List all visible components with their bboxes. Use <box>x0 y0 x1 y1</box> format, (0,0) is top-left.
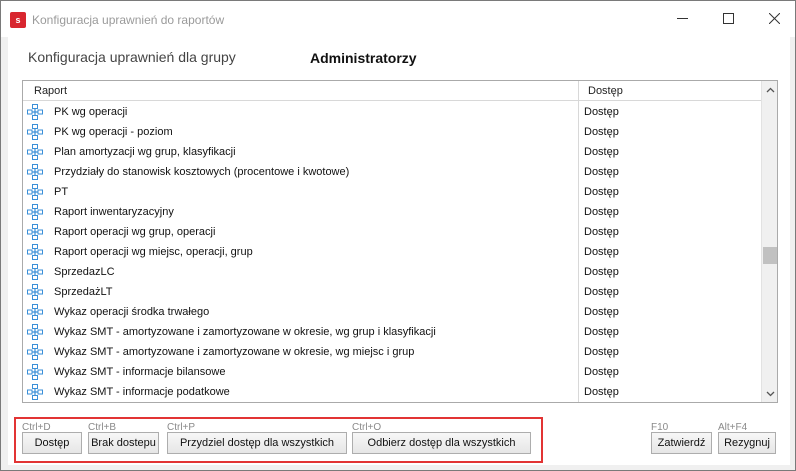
table-row[interactable]: Wykaz SMT - informacje podatkowe Dostęp <box>23 382 761 402</box>
table-row[interactable]: SprzedażLT Dostęp <box>23 282 761 302</box>
report-node-icon <box>27 204 43 220</box>
revoke-all-button[interactable]: Odbierz dostęp dla wszystkich <box>352 432 531 454</box>
scroll-up-button[interactable] <box>762 81 777 98</box>
report-name: Raport inwentaryzacyjny <box>54 206 174 218</box>
report-name: SprzedażLT <box>54 286 113 298</box>
table-row[interactable]: PK wg operacji Dostęp <box>23 102 761 122</box>
window-title: Konfiguracja uprawnień do raportów <box>32 13 225 27</box>
report-name: PK wg operacji - poziom <box>54 126 173 138</box>
report-node-icon <box>27 264 43 280</box>
table-row[interactable]: SprzedazLC Dostęp <box>23 262 761 282</box>
report-name: Raport operacji wg miejsc, operacji, gru… <box>54 246 253 258</box>
grant-all-button[interactable]: Przydziel dostęp dla wszystkich <box>167 432 347 454</box>
maximize-button[interactable] <box>705 1 751 35</box>
minimize-button[interactable] <box>659 1 705 35</box>
access-value[interactable]: Dostęp <box>584 286 619 298</box>
report-name: Wykaz SMT - informacje podatkowe <box>54 386 230 398</box>
report-node-icon <box>27 124 43 140</box>
app-logo-icon: s <box>10 12 26 28</box>
dialog-window: s Konfiguracja uprawnień do raportów Kon… <box>0 0 796 471</box>
table-row[interactable]: Wykaz SMT - informacje bilansowe Dostęp <box>23 362 761 382</box>
group-label: Konfiguracja uprawnień dla grupy <box>28 49 236 65</box>
close-icon <box>768 12 780 24</box>
scroll-thumb[interactable] <box>763 247 777 264</box>
report-node-icon <box>27 184 43 200</box>
dialog-content: Konfiguracja uprawnień dla grupy Adminis… <box>8 37 790 465</box>
report-name: SprzedazLC <box>54 266 115 278</box>
report-node-icon <box>27 144 43 160</box>
report-name: Wykaz operacji środka trwałego <box>54 306 210 318</box>
report-name: Raport operacji wg grup, operacji <box>54 226 216 238</box>
table-row[interactable]: Przydziały do stanowisk kosztowych (proc… <box>23 162 761 182</box>
minimize-icon <box>676 17 688 19</box>
access-value[interactable]: Dostęp <box>584 386 619 398</box>
report-node-icon <box>27 344 43 360</box>
vertical-scrollbar[interactable] <box>761 81 777 402</box>
access-value[interactable]: Dostęp <box>584 166 619 178</box>
report-name: Wykaz SMT - amortyzowane i zamortyzowane… <box>54 326 436 338</box>
column-header-report[interactable]: Raport <box>34 85 67 97</box>
report-node-icon <box>27 324 43 340</box>
report-node-icon <box>27 244 43 260</box>
table-row[interactable]: PK wg operacji - poziom Dostęp <box>23 122 761 142</box>
scroll-down-button[interactable] <box>762 385 777 402</box>
chevron-up-icon <box>766 87 775 92</box>
access-value[interactable]: Dostęp <box>584 306 619 318</box>
access-value[interactable]: Dostęp <box>584 206 619 218</box>
access-value[interactable]: Dostęp <box>584 366 619 378</box>
report-name: PT <box>54 186 69 198</box>
column-header-access[interactable]: Dostęp <box>588 85 623 97</box>
reports-grid[interactable]: Raport Dostęp PK wg operacji Dostęp PK wg … <box>22 80 778 403</box>
access-value[interactable]: Dostęp <box>584 146 619 158</box>
deny-access-button[interactable]: Brak dostepu <box>88 432 159 454</box>
grant-access-button[interactable]: Dostęp <box>22 432 82 454</box>
report-node-icon <box>27 304 43 320</box>
access-value[interactable]: Dostęp <box>584 266 619 278</box>
access-value[interactable]: Dostęp <box>584 326 619 338</box>
access-value[interactable]: Dostęp <box>584 126 619 138</box>
access-value[interactable]: Dostęp <box>584 186 619 198</box>
grid-rows: PK wg operacji Dostęp PK wg operacji - poz… <box>23 102 761 402</box>
report-name: Wykaz SMT - informacje bilansowe <box>54 366 226 378</box>
table-row[interactable]: Wykaz SMT - amortyzowane i zamortyzowane… <box>23 342 761 362</box>
report-node-icon <box>27 104 43 120</box>
access-value[interactable]: Dostęp <box>584 246 619 258</box>
chevron-down-icon <box>766 391 775 396</box>
report-name: PK wg operacji <box>54 106 128 118</box>
report-node-icon <box>27 364 43 380</box>
table-row[interactable]: Raport inwentaryzacyjny Dostęp <box>23 202 761 222</box>
report-name: Plan amortyzacji wg grup, klasyfikacji <box>54 146 236 158</box>
report-name: Wykaz SMT - amortyzowane i zamortyzowane… <box>54 346 415 358</box>
grid-header: Raport Dostęp <box>23 81 761 101</box>
maximize-icon <box>722 12 734 24</box>
title-bar[interactable]: s Konfiguracja uprawnień do raportów <box>1 1 795 37</box>
access-value[interactable]: Dostęp <box>584 346 619 358</box>
table-row[interactable]: Wykaz operacji środka trwałego Dostęp <box>23 302 761 322</box>
group-name: Administratorzy <box>310 50 417 66</box>
report-name: Przydziały do stanowisk kosztowych (proc… <box>54 166 350 178</box>
table-row[interactable]: Raport operacji wg miejsc, operacji, gru… <box>23 242 761 262</box>
table-row[interactable]: Raport operacji wg grup, operacji Dostęp <box>23 222 761 242</box>
close-button[interactable] <box>751 1 796 35</box>
access-value[interactable]: Dostęp <box>584 226 619 238</box>
report-node-icon <box>27 284 43 300</box>
report-node-icon <box>27 384 43 400</box>
report-node-icon <box>27 164 43 180</box>
table-row[interactable]: Plan amortyzacji wg grup, klasyfikacji Do… <box>23 142 761 162</box>
access-value[interactable]: Dostęp <box>584 106 619 118</box>
report-node-icon <box>27 224 43 240</box>
table-row[interactable]: Wykaz SMT - amortyzowane i zamortyzowane… <box>23 322 761 342</box>
cancel-button[interactable]: Rezygnuj <box>718 432 776 454</box>
table-row[interactable]: PT Dostęp <box>23 182 761 202</box>
confirm-button[interactable]: Zatwierdź <box>651 432 712 454</box>
